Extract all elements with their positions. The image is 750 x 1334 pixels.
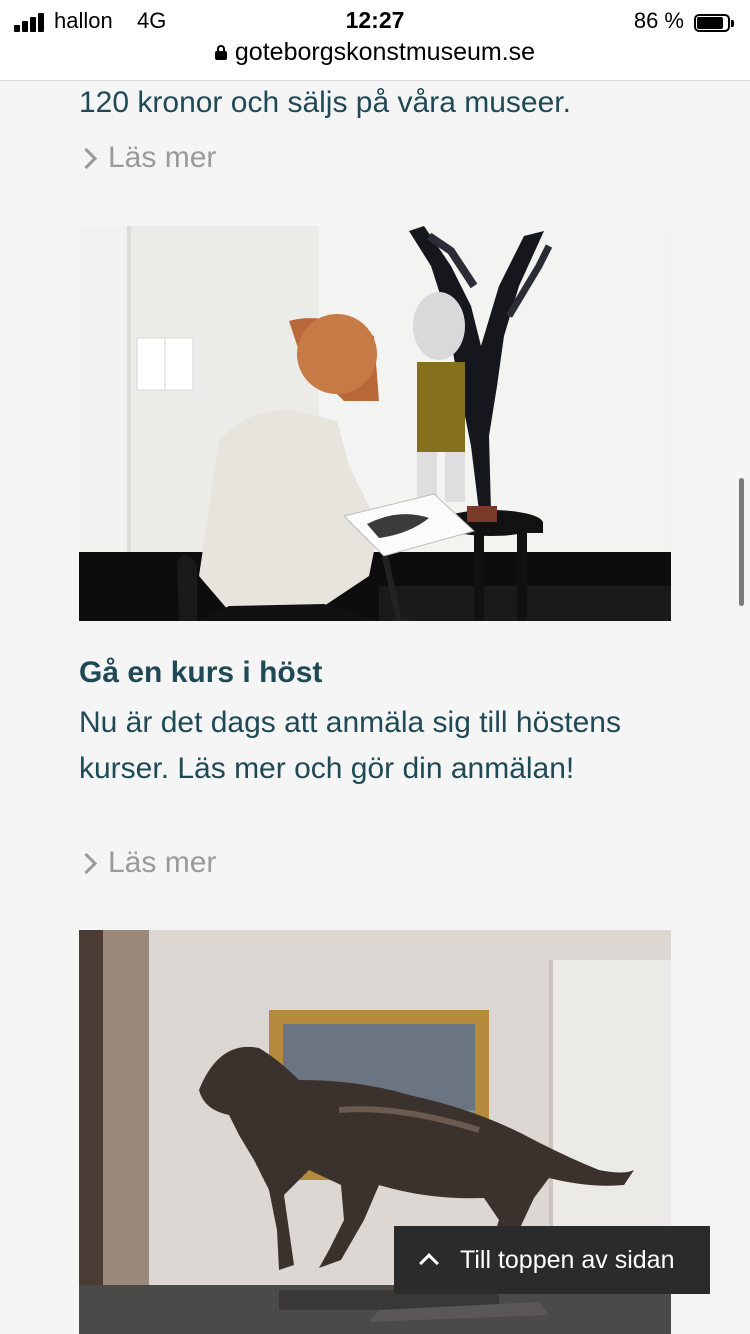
back-to-top-button[interactable]: Till toppen av sidan — [394, 1226, 710, 1294]
scrollbar[interactable] — [739, 478, 744, 606]
battery-icon — [694, 14, 734, 34]
article-text: 120 kronor och säljs på våra museer. — [79, 86, 571, 119]
gallery-drawing-photo — [79, 226, 671, 621]
url-text[interactable]: goteborgskonstmuseum.se — [235, 38, 535, 67]
back-to-top-label[interactable]: Till toppen av sidan — [460, 1246, 674, 1275]
battery-percentage: 86 % — [633, 8, 684, 33]
chevron-right-icon — [75, 852, 98, 874]
read-more-label[interactable]: Läs mer — [108, 141, 216, 175]
chevron-up-icon — [419, 1253, 439, 1273]
article-image-course[interactable] — [79, 226, 671, 621]
browser-top-bar: hallon 4G 12:27 86 % goteborgskonstmuseu… — [0, 0, 750, 81]
chevron-right-icon — [75, 147, 98, 169]
lock-icon — [214, 45, 227, 60]
read-more-link[interactable]: Läs mer — [75, 141, 216, 175]
article-title[interactable]: Gå en kurs i höst — [79, 656, 322, 690]
url-bar[interactable]: goteborgskonstmuseum.se — [0, 38, 750, 72]
status-bar: hallon 4G 12:27 86 % — [0, 6, 750, 36]
article-text: Nu är det dags att anmäla sig till höste… — [79, 706, 621, 785]
read-more-link[interactable]: Läs mer — [75, 846, 216, 880]
read-more-label[interactable]: Läs mer — [108, 846, 216, 880]
